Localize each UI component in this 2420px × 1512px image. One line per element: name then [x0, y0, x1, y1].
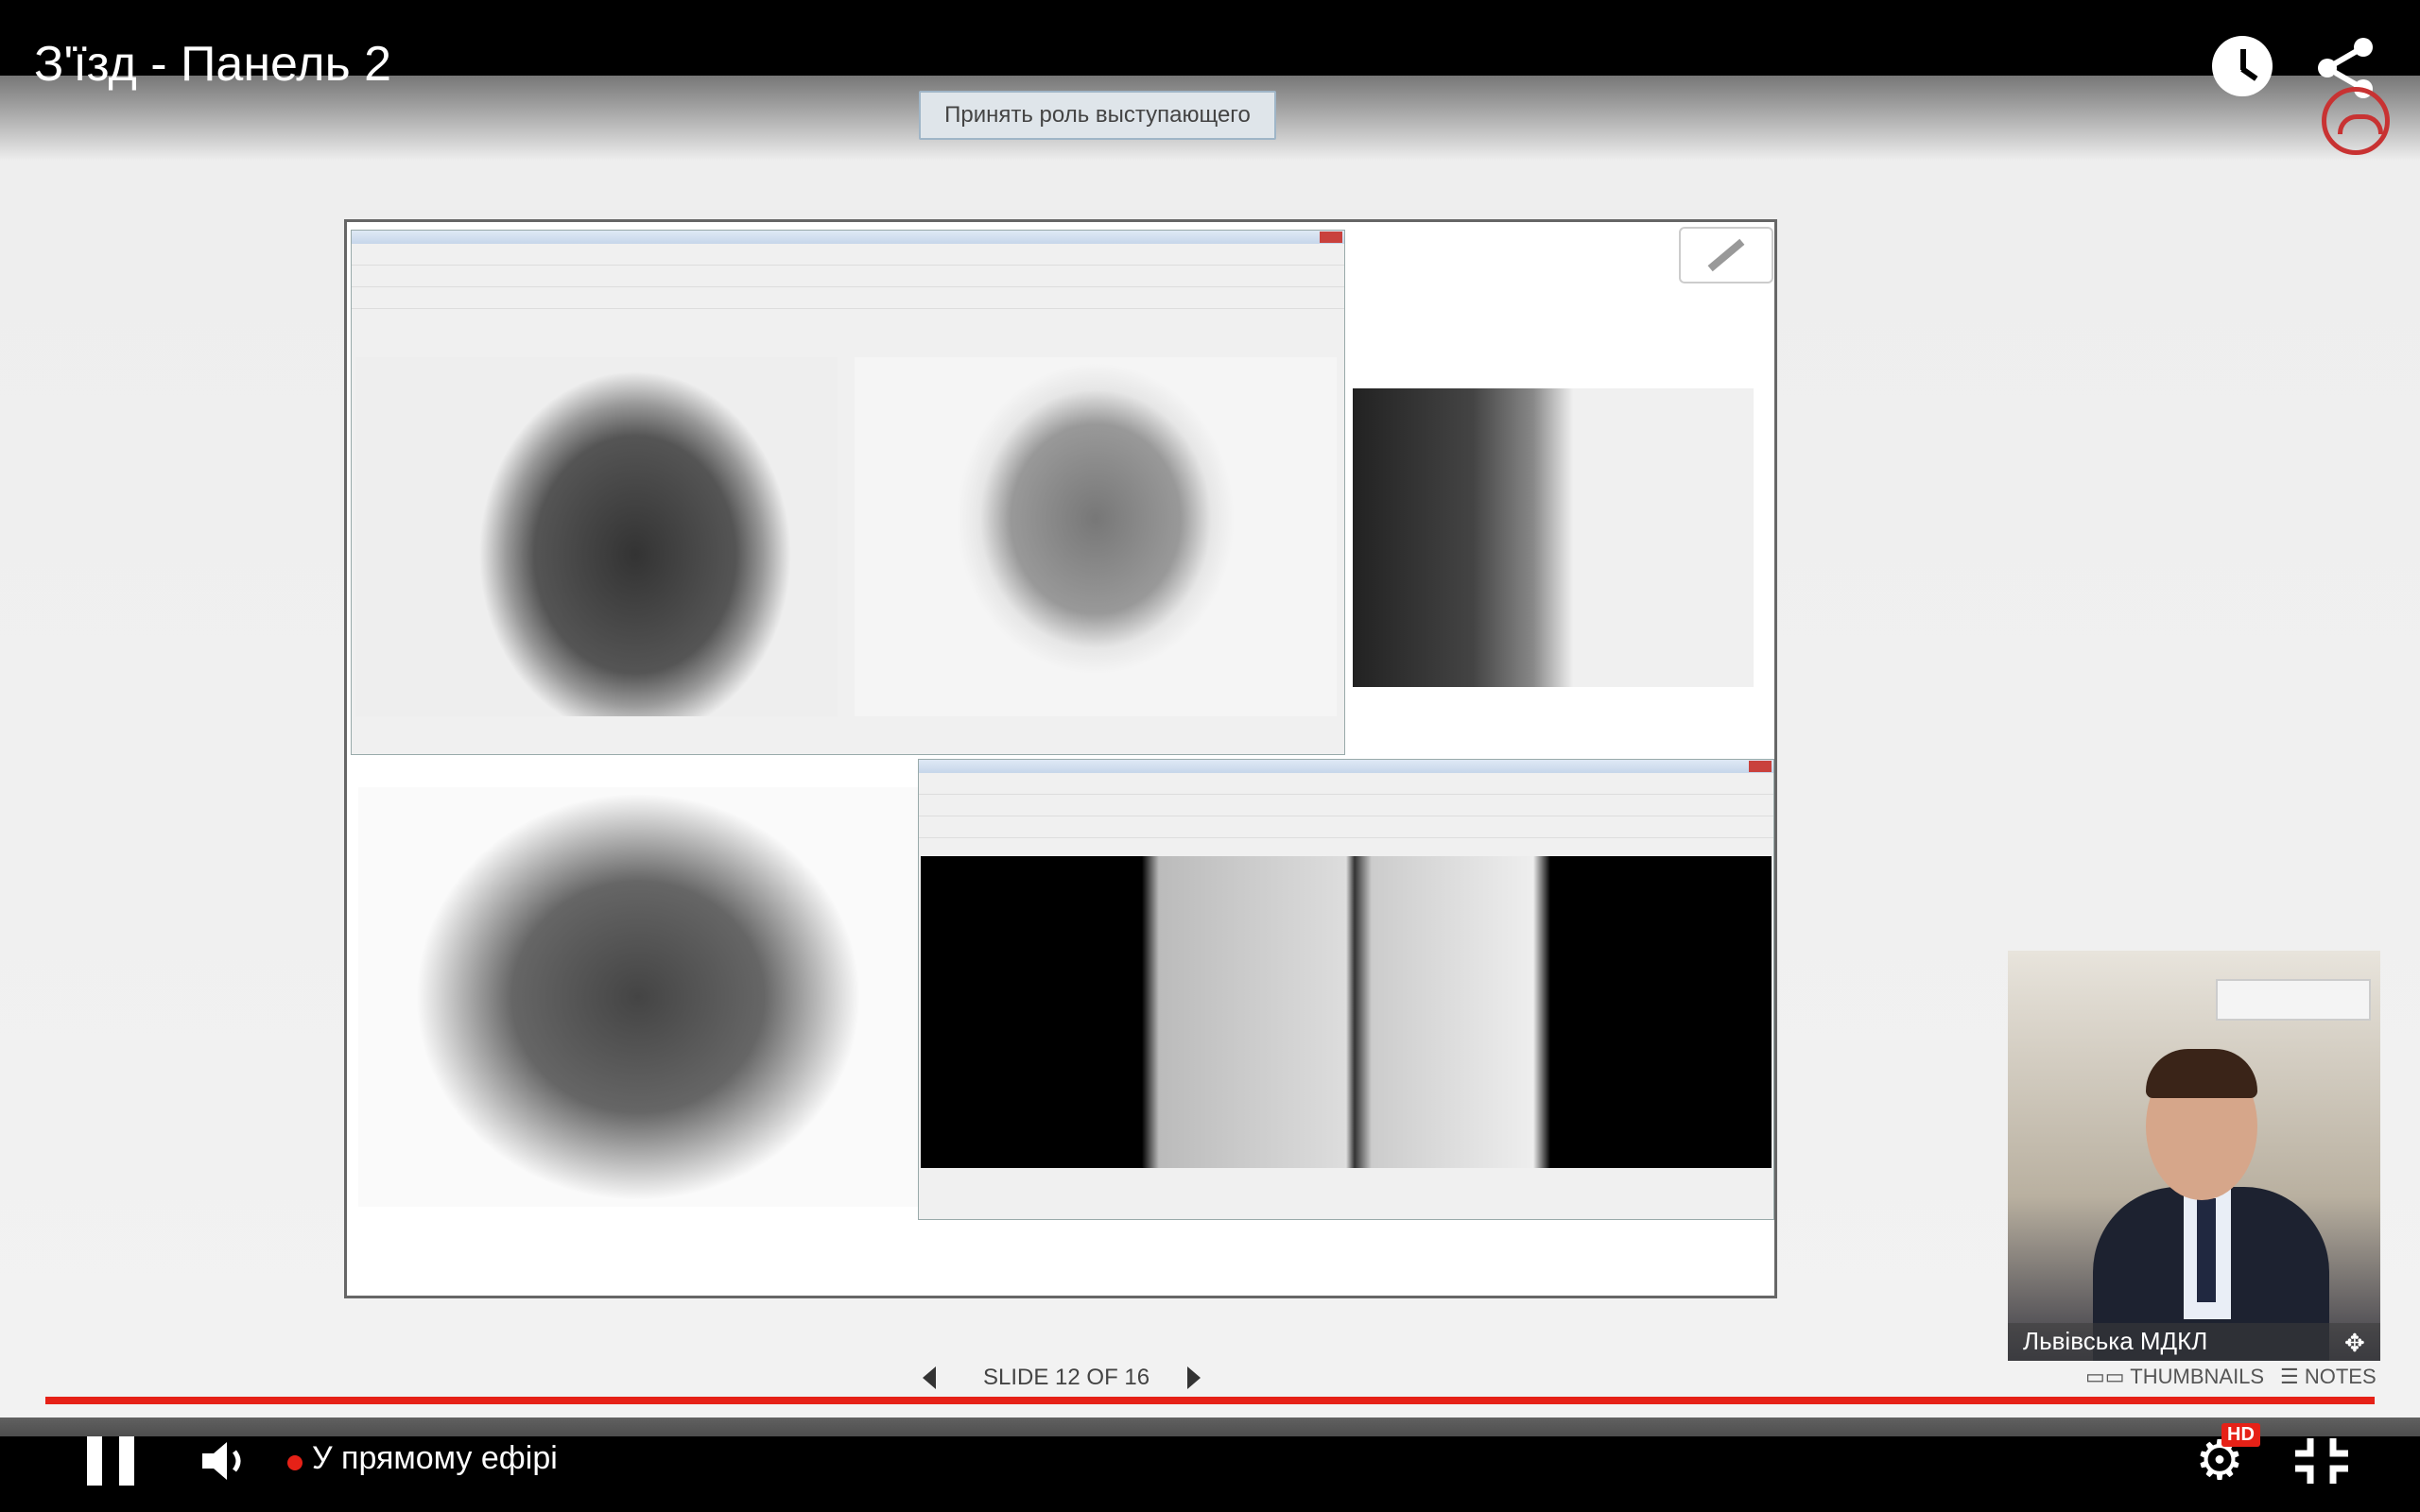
triangle-left-icon[interactable]	[923, 1366, 936, 1389]
hangup-icon[interactable]	[2322, 87, 2390, 155]
slide-counter: SLIDE 12 OF 16	[983, 1365, 1150, 1390]
pencil-icon[interactable]	[1679, 227, 1773, 284]
xray-skull-axial	[358, 787, 918, 1207]
notes-label: NOTES	[2304, 1365, 2377, 1388]
triangle-right-icon[interactable]	[1187, 1366, 1201, 1389]
viewer-toolbar	[919, 816, 1773, 838]
presenter-tie	[2197, 1198, 2216, 1302]
pause-icon[interactable]	[87, 1436, 136, 1486]
move-icon[interactable]: ✥	[2344, 1329, 2365, 1358]
close-icon	[1320, 232, 1342, 243]
ceiling-lamp	[2216, 979, 2371, 1021]
webcam-feed	[2008, 951, 2380, 1361]
live-label: У прямому ефірі	[312, 1440, 558, 1476]
xray-foot	[921, 856, 1772, 1168]
presenter-hair	[2146, 1049, 2257, 1098]
thumbnails-label: THUMBNAILS	[2130, 1365, 2265, 1388]
xray-skull-lateral	[355, 357, 838, 716]
hd-badge: HD	[2221, 1423, 2260, 1447]
video-title[interactable]: З'їзд - Панель 2	[34, 36, 391, 93]
window-titlebar	[352, 231, 1344, 244]
close-icon	[1749, 761, 1772, 772]
live-indicator	[287, 1455, 302, 1470]
image-viewer-window	[351, 230, 1345, 755]
volume-icon[interactable]	[199, 1436, 255, 1486]
thumbnails-button[interactable]: ▭▭ THUMBNAILS	[2085, 1365, 2264, 1389]
progress-bar[interactable]	[45, 1397, 2375, 1404]
viewer-toolbar	[919, 773, 1773, 795]
webcam-name: Львівська МДКЛ	[2023, 1327, 2208, 1355]
notes-button[interactable]: ☰ NOTES	[2280, 1365, 2377, 1389]
take-presenter-role-button[interactable]: Принять роль выступающего	[919, 91, 1276, 140]
viewer-toolbar	[352, 244, 1344, 266]
viewer-toolbar	[352, 287, 1344, 309]
xray-skull-frontal	[855, 357, 1337, 716]
window-titlebar	[919, 760, 1773, 773]
clock-icon[interactable]	[2212, 36, 2273, 96]
viewer-toolbar	[919, 795, 1773, 816]
viewer-toolbar	[352, 266, 1344, 287]
presentation-slide	[344, 219, 1777, 1298]
image-viewer-window-2	[918, 759, 1774, 1220]
exit-fullscreen-icon[interactable]	[2293, 1436, 2350, 1486]
xray-facial-profiles	[1353, 388, 1754, 687]
